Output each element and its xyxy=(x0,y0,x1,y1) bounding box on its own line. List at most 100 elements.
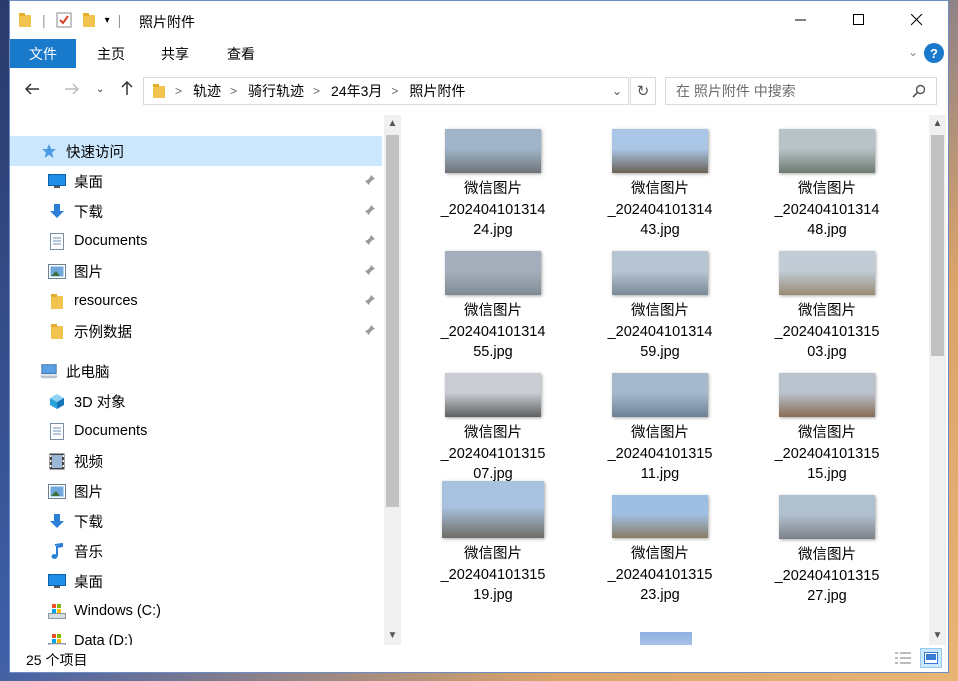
nav-item[interactable]: Windows (C:) xyxy=(10,596,382,626)
pin-icon xyxy=(364,324,376,339)
properties-icon[interactable] xyxy=(56,12,72,28)
content-scroll-thumb[interactable] xyxy=(931,135,944,356)
breadcrumb-item[interactable]: 照片附件 xyxy=(409,81,465,101)
document-icon xyxy=(48,422,66,440)
nav-item[interactable]: 图片 xyxy=(10,256,382,286)
new-folder-icon[interactable] xyxy=(82,12,96,28)
download-icon xyxy=(48,513,66,529)
scroll-down-icon[interactable]: ▼ xyxy=(384,627,401,643)
3d-objects-icon xyxy=(48,393,66,409)
ribbon: 文件 主页 共享 查看 ⌄ ? xyxy=(10,39,948,68)
nav-item[interactable]: 桌面 xyxy=(10,166,382,196)
customize-toolbar-icon[interactable]: ▾ xyxy=(105,15,110,26)
photo-thumbnail xyxy=(442,481,544,538)
close-button[interactable] xyxy=(888,1,946,39)
document-icon xyxy=(48,232,66,250)
recent-locations-icon[interactable]: ⌄ xyxy=(96,84,104,95)
file-name-line: 15.jpg xyxy=(807,466,847,482)
nav-item[interactable]: resources xyxy=(10,286,382,316)
file-name-line: _202404101315 xyxy=(774,323,880,340)
up-button[interactable] xyxy=(120,80,134,101)
nav-item-label: 音乐 xyxy=(74,544,103,561)
nav-scrollbar[interactable]: ▲ ▼ xyxy=(384,115,401,645)
expand-ribbon-icon[interactable]: ⌄ xyxy=(908,45,918,59)
file-item[interactable]: 微信图片 _202404101315 11.jpg xyxy=(585,373,735,485)
tab-view[interactable]: 查看 xyxy=(227,39,255,68)
file-name-line: 27.jpg xyxy=(807,588,847,604)
file-item[interactable]: 微信图片 _202404101314 55.jpg xyxy=(418,251,568,363)
nav-item[interactable]: 快速访问 xyxy=(10,136,382,166)
quick-access-toolbar: | ▾ | xyxy=(18,11,121,29)
scroll-up-icon[interactable]: ▲ xyxy=(384,115,401,131)
file-item[interactable]: 微信图片 _202404101314 24.jpg xyxy=(418,129,568,241)
nav-item[interactable]: 桌面 xyxy=(10,566,382,596)
search-box[interactable]: 在 照片附件 中搜索 xyxy=(665,77,937,105)
file-name-line: 11.jpg xyxy=(640,466,680,482)
file-item[interactable]: 微信图片 _202404101314 43.jpg xyxy=(585,129,735,241)
photo-thumbnail xyxy=(445,373,541,417)
large-icons-view-button[interactable] xyxy=(920,648,942,668)
photo-thumbnail[interactable] xyxy=(640,632,692,645)
photo-thumbnail xyxy=(445,129,541,173)
file-name-line: 微信图片 xyxy=(798,547,856,563)
chevron-right-icon: > xyxy=(391,84,399,98)
video-icon xyxy=(48,453,66,469)
file-item[interactable]: 微信图片 _202404101315 03.jpg xyxy=(752,251,902,363)
refresh-button[interactable]: ↻ xyxy=(630,77,656,105)
address-bar[interactable]: > 轨迹 > 骑行轨迹 > 24年3月 > 照片附件 ⌄ xyxy=(143,77,629,105)
breadcrumb-item[interactable]: 轨迹 xyxy=(193,81,221,101)
pictures-icon xyxy=(48,263,66,279)
nav-item[interactable]: 音乐 xyxy=(10,536,382,566)
nav-item-label: Documents xyxy=(74,423,148,439)
minimize-button[interactable] xyxy=(772,1,830,39)
file-item[interactable]: 微信图片 _202404101315 19.jpg xyxy=(418,481,568,606)
music-icon xyxy=(48,542,66,559)
file-name-line: _202404101315 xyxy=(774,445,880,462)
file-name-line: 微信图片 xyxy=(631,303,689,319)
photo-thumbnail xyxy=(612,129,708,173)
address-dropdown-icon[interactable]: ⌄ xyxy=(612,84,622,98)
desktop-icon xyxy=(48,573,66,589)
file-name-line: 19.jpg xyxy=(473,587,513,603)
file-name-line: 微信图片 xyxy=(631,546,689,562)
file-item[interactable]: 微信图片 _202404101315 27.jpg xyxy=(752,495,902,607)
nav-item[interactable]: 此电脑 xyxy=(10,356,382,386)
nav-item[interactable]: Data (D:) xyxy=(10,626,382,645)
explorer-window: | ▾ | 照片附件 文件 主页 共享 查看 ⌄ ? ⌄ > 轨迹 > 骑行轨迹… xyxy=(9,0,949,673)
back-button[interactable] xyxy=(24,80,40,101)
tab-home[interactable]: 主页 xyxy=(97,39,125,68)
file-name-line: 48.jpg xyxy=(807,222,847,238)
file-item[interactable]: 微信图片 _202404101315 23.jpg xyxy=(585,495,735,606)
breadcrumb-item[interactable]: 24年3月 xyxy=(331,81,382,101)
search-placeholder: 在 照片附件 中搜索 xyxy=(676,83,796,99)
nav-item[interactable]: Documents xyxy=(10,416,382,446)
file-item[interactable]: 微信图片 _202404101314 59.jpg xyxy=(585,251,735,363)
nav-item[interactable]: 3D 对象 xyxy=(10,386,382,416)
maximize-button[interactable] xyxy=(830,1,888,39)
file-item[interactable]: 微信图片 _202404101315 15.jpg xyxy=(752,373,902,485)
tab-file[interactable]: 文件 xyxy=(10,39,76,68)
file-name-line: 微信图片 xyxy=(798,181,856,197)
scroll-up-icon[interactable]: ▲ xyxy=(929,115,946,131)
breadcrumb-item[interactable]: 骑行轨迹 xyxy=(248,81,304,101)
item-count: 25 个项目 xyxy=(26,652,88,668)
nav-item-label: resources xyxy=(74,293,138,309)
desktop-icon xyxy=(48,173,66,189)
content-scrollbar[interactable]: ▲ ▼ xyxy=(929,115,946,645)
nav-scroll-thumb[interactable] xyxy=(386,135,399,507)
file-item[interactable]: 微信图片 _202404101315 07.jpg xyxy=(418,373,568,485)
nav-item[interactable]: 视频 xyxy=(10,446,382,476)
nav-item-label: Documents xyxy=(74,233,148,249)
file-name-line: _202404101314 xyxy=(607,201,713,218)
nav-item[interactable]: 示例数据 xyxy=(10,316,382,346)
details-view-button[interactable] xyxy=(894,650,912,669)
scroll-down-icon[interactable]: ▼ xyxy=(929,627,946,643)
tab-share[interactable]: 共享 xyxy=(161,39,189,68)
help-button[interactable]: ? xyxy=(924,43,944,63)
nav-item[interactable]: 下载 xyxy=(10,506,382,536)
file-item[interactable]: 微信图片 _202404101314 48.jpg xyxy=(752,129,902,241)
nav-item[interactable]: 图片 xyxy=(10,476,382,506)
forward-button[interactable] xyxy=(64,80,80,101)
nav-item[interactable]: 下载 xyxy=(10,196,382,226)
nav-item[interactable]: Documents xyxy=(10,226,382,256)
